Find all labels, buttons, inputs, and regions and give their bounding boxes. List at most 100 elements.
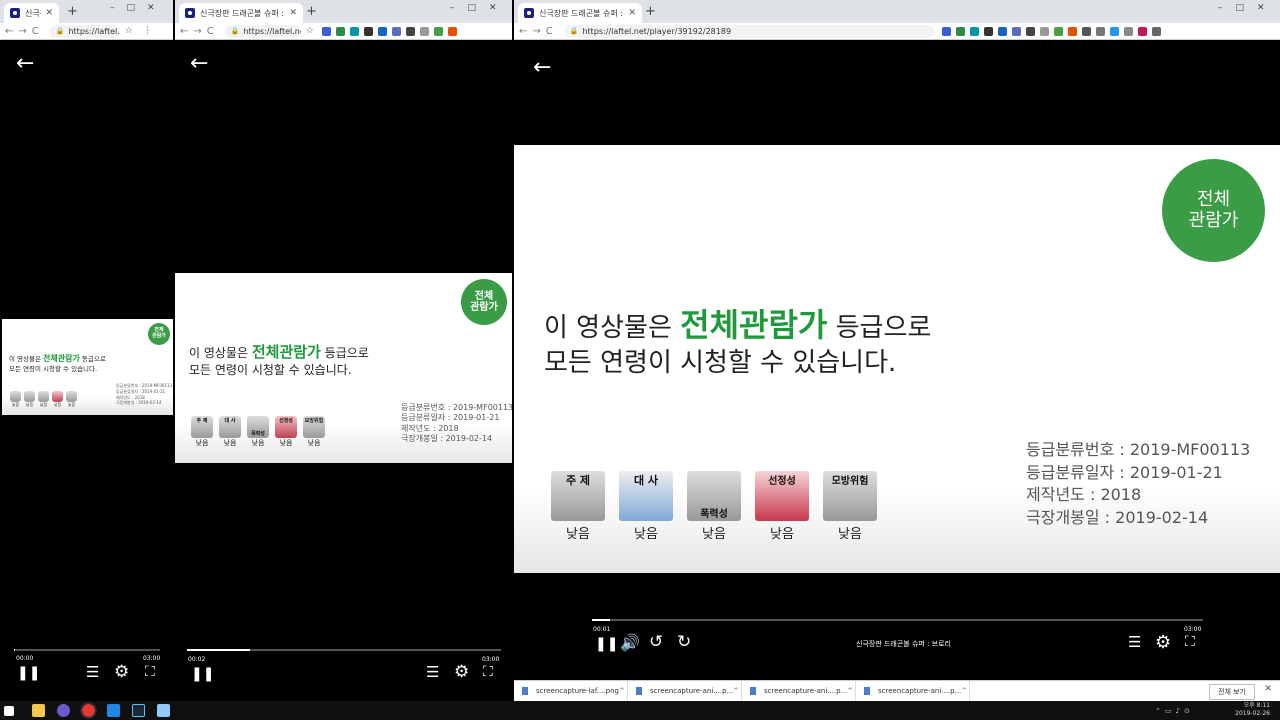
msg-highlight: 전체관람가	[43, 354, 80, 363]
star-icon[interactable]: ☆	[306, 26, 314, 36]
close-tab-icon[interactable]: ✕	[628, 8, 636, 18]
address-bar: ←→C 🔒https://laftel.net... ☆	[175, 23, 512, 40]
browser-window-medium: 신극장판 드래곤볼 슈퍼 : 브로리 ✕ + –□✕ ←→C 🔒https://…	[175, 0, 512, 700]
playlist-icon[interactable]: ☰	[1128, 635, 1141, 650]
playlist-icon[interactable]: ☰	[86, 665, 99, 680]
browser-tab[interactable]: 신극장판 드래곤볼 슈퍼 : 브로리 ✕	[518, 3, 642, 23]
progress-fill	[14, 649, 16, 651]
url-field[interactable]: 🔒https://laftel.net...	[224, 24, 301, 38]
new-tab-button[interactable]: +	[645, 4, 656, 19]
level-label: 낮음	[566, 527, 590, 542]
file-explorer-icon[interactable]	[32, 704, 45, 717]
chrome-icon[interactable]	[80, 702, 97, 719]
volume-icon[interactable]: 🔊	[620, 635, 640, 651]
close-download-bar-icon[interactable]: ✕	[1264, 684, 1272, 694]
progress-bar[interactable]	[592, 619, 1203, 621]
download-item[interactable]: screencapture-laf....png ^	[514, 681, 628, 701]
browser-window-large: 신극장판 드래곤볼 슈퍼 : 브로리 ✕ + –□✕ ←→C 🔒https://…	[514, 0, 1280, 680]
steam-icon[interactable]	[132, 704, 145, 717]
system-tray-icons[interactable]: ⌃▭♪⊙	[1155, 707, 1194, 715]
fullscreen-icon[interactable]: ⛶	[483, 665, 493, 679]
download-item[interactable]: screencapture-ani....p... ^	[628, 681, 742, 701]
extension-icons[interactable]	[941, 26, 1161, 36]
total-time: 03:00	[482, 656, 500, 663]
back-arrow-icon[interactable]: ←	[533, 57, 551, 79]
total-time: 03:00	[1184, 626, 1202, 633]
msg-line2: 모든 연령이 시청할 수 있습니다.	[9, 364, 98, 373]
dialogue-icon: 대 사	[219, 416, 241, 438]
close-tab-icon[interactable]: ✕	[45, 8, 53, 18]
download-item[interactable]: screencapture-ani....p... ^	[856, 681, 970, 701]
app-icon[interactable]	[107, 704, 120, 717]
window-controls[interactable]: –□✕	[110, 3, 167, 13]
rewind-10-icon[interactable]: ↺	[649, 634, 663, 651]
playlist-icon[interactable]: ☰	[426, 665, 439, 680]
download-item[interactable]: screencapture-ani....p... ^	[742, 681, 856, 701]
lock-icon: 🔒	[569, 27, 579, 35]
window-controls[interactable]: –□✕	[450, 3, 510, 13]
chevron-up-icon[interactable]: ^	[619, 687, 625, 695]
back-arrow-icon[interactable]: ←	[16, 53, 34, 75]
level-label: 낮음	[67, 402, 76, 407]
fullscreen-icon[interactable]: ⛶	[145, 665, 155, 679]
category-name: 폭력성	[251, 431, 265, 437]
msg-line2: 모든 연령이 시청할 수 있습니다.	[544, 347, 897, 378]
forward-10-icon[interactable]: ↻	[677, 634, 691, 651]
address-bar: ←→C 🔒 https://laftel... ☆ ⋮	[0, 23, 173, 40]
info-line: 등급분류번호 : 2019-MF00113	[1026, 440, 1251, 459]
chevron-up-icon[interactable]: ^	[847, 687, 853, 695]
app-icon[interactable]	[57, 704, 70, 717]
msg-line2: 모든 연령이 시청할 수 있습니다.	[189, 362, 352, 377]
photos-icon[interactable]	[157, 704, 170, 717]
category-name: 폭력성	[700, 509, 728, 520]
tab-title: 신극장판 드래곤볼 슈퍼 : 브로리	[200, 8, 285, 18]
file-icon	[750, 687, 756, 695]
laftel-favicon	[524, 8, 534, 18]
new-tab-button[interactable]: +	[306, 4, 317, 19]
nav-buttons[interactable]: ←→C	[5, 26, 44, 37]
tab-bar: 신극장판 드래곤볼 슈퍼 : 브로리 ✕ + –□✕	[175, 0, 512, 23]
url-field[interactable]: 🔒 https://laftel...	[49, 24, 120, 38]
current-time: 00:02	[188, 656, 206, 663]
start-icon[interactable]	[4, 706, 14, 716]
back-arrow-icon[interactable]: ←	[190, 53, 208, 75]
rating-icons: 낮음 낮음 낮음 낮음 낮음	[10, 391, 77, 408]
tab-bar: 신극장판 드래곤볼 슈퍼 : 브로리 ✕ + –□✕	[514, 0, 1280, 23]
window-controls[interactable]: –□✕	[1218, 3, 1278, 13]
show-all-downloads-button[interactable]: 전체 보기	[1209, 684, 1255, 700]
chevron-up-icon[interactable]: ^	[961, 687, 967, 695]
download-bar: screencapture-laf....png ^ screencapture-…	[514, 680, 1280, 701]
info-line: 극장개봉일 : 2019-02-14	[401, 434, 493, 444]
url-field[interactable]: 🔒 https://laftel.net/player/39192/28189	[563, 24, 934, 38]
category-name: 모방위험	[304, 418, 324, 424]
fullscreen-icon[interactable]: ⛶	[1185, 635, 1195, 649]
violence-icon: 폭력성	[687, 471, 741, 521]
rating-slide: 전체 관람가 이 영상물은 전체관람가 등급으로 모든 연령이 시청할 수 있습니…	[2, 319, 173, 415]
star-icon[interactable]: ☆	[125, 26, 133, 36]
menu-icon[interactable]: ⋮	[143, 26, 152, 36]
pause-icon[interactable]: ❚❚	[191, 667, 214, 681]
category-name: 모방위험	[831, 476, 869, 487]
nav-buttons[interactable]: ←→C	[180, 26, 219, 37]
nav-buttons[interactable]: ←→C	[519, 26, 558, 37]
progress-bar[interactable]	[14, 649, 160, 651]
clock[interactable]: 오후 8:11 2019-02-26	[1235, 702, 1270, 718]
violence-icon	[38, 391, 49, 402]
new-tab-button[interactable]: +	[67, 4, 78, 19]
close-tab-icon[interactable]: ✕	[289, 8, 297, 18]
extension-icons[interactable]	[321, 26, 457, 36]
settings-gear-icon[interactable]: ⚙	[114, 664, 129, 681]
settings-gear-icon[interactable]: ⚙	[454, 664, 469, 681]
chevron-up-icon[interactable]: ^	[733, 687, 739, 695]
category-dialogue: 대 사 낮음	[219, 416, 241, 448]
pause-icon[interactable]: ❚❚	[17, 666, 40, 680]
browser-tab[interactable]: 신극장판 ✕	[4, 3, 59, 23]
file-icon	[636, 687, 642, 695]
settings-gear-icon[interactable]: ⚙	[1155, 634, 1171, 652]
badge-line1: 전체	[1196, 188, 1231, 210]
browser-tab[interactable]: 신극장판 드래곤볼 슈퍼 : 브로리 ✕	[179, 3, 303, 23]
sexuality-icon: 선정성	[755, 471, 809, 521]
pause-icon[interactable]: ❚❚	[595, 637, 618, 651]
progress-bar[interactable]	[187, 649, 501, 651]
msg-prefix: 이 영상물은	[544, 313, 681, 343]
